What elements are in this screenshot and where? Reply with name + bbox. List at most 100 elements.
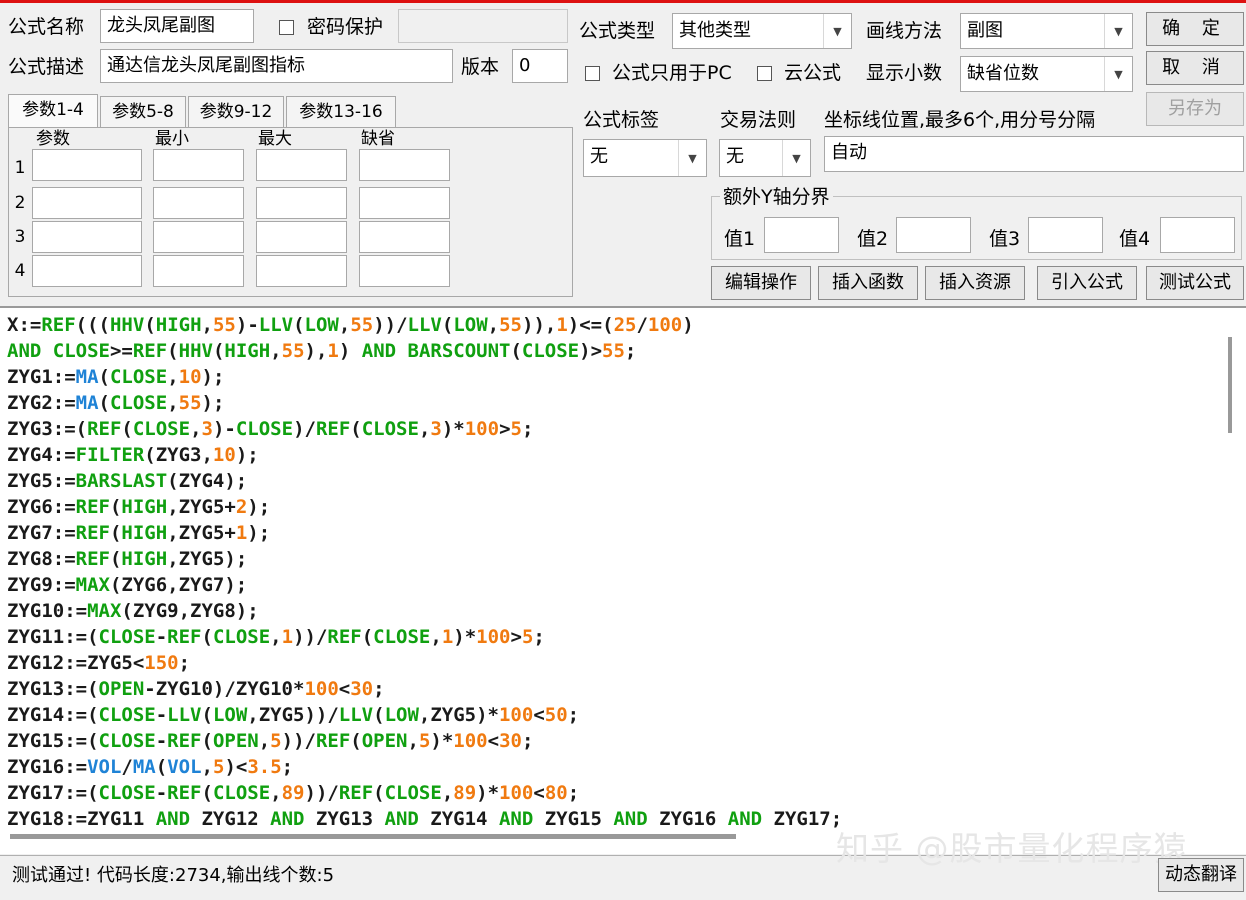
insert-resource-button[interactable]: 插入资源 <box>925 266 1025 300</box>
draw-method-select[interactable]: 副图 ▼ <box>960 13 1133 49</box>
tab-params-5-8[interactable]: 参数5-8 <box>100 96 186 127</box>
code-line: ZYG2:=MA(CLOSE,55); <box>7 390 842 416</box>
chevron-down-icon[interactable]: ▼ <box>678 140 706 176</box>
code-token: 30 <box>499 730 522 752</box>
param-name-input[interactable] <box>32 221 142 253</box>
param-name-input[interactable] <box>32 255 142 287</box>
cancel-button[interactable]: 取 消 <box>1146 51 1244 85</box>
param-min-input[interactable] <box>153 255 244 287</box>
code-token: 55 <box>212 314 236 336</box>
code-token: 100 <box>464 418 500 440</box>
formula-desc-input[interactable]: 通达信龙头凤尾副图指标 <box>100 49 453 83</box>
pc-only-checkbox[interactable] <box>585 65 600 86</box>
chevron-down-icon[interactable]: ▼ <box>823 14 851 48</box>
trade-rule-value: 无 <box>726 146 744 167</box>
tab-params-1-4[interactable]: 参数1-4 <box>8 94 98 128</box>
code-token: REF <box>75 522 110 544</box>
code-token: CLOSE <box>212 626 271 648</box>
trade-rule-select[interactable]: 无 ▼ <box>719 139 811 177</box>
version-input[interactable]: 0 <box>512 49 568 83</box>
code-token: ( <box>350 418 362 440</box>
code-token: ,ZYG5+ <box>167 522 236 544</box>
param-min-input[interactable] <box>153 187 244 219</box>
axis-position-input[interactable]: 自动 <box>824 136 1244 172</box>
formula-type-value: 其他类型 <box>679 20 751 41</box>
code-token: , <box>201 756 213 778</box>
chevron-down-icon[interactable]: ▼ <box>1104 14 1132 48</box>
window-top-border <box>0 0 1246 3</box>
dynamic-translate-button[interactable]: 动态翻译 <box>1158 858 1244 892</box>
param-max-input[interactable] <box>256 149 347 181</box>
param-min-input[interactable] <box>153 221 244 253</box>
code-token: , <box>270 340 282 362</box>
param-default-input[interactable] <box>359 187 450 219</box>
y-value-4-input[interactable] <box>1160 217 1235 253</box>
param-default-input[interactable] <box>359 255 450 287</box>
code-line: ZYG3:=(REF(CLOSE,3)-CLOSE)/REF(CLOSE,3)*… <box>7 416 842 442</box>
code-token: 10 <box>178 366 202 388</box>
code-token: VOL <box>167 756 202 778</box>
save-as-button[interactable]: 另存为 <box>1146 92 1244 126</box>
code-token: ( <box>98 366 110 388</box>
formula-tag-select[interactable]: 无 ▼ <box>583 139 707 177</box>
code-token: 100 <box>476 626 511 648</box>
param-default-input[interactable] <box>359 221 450 253</box>
param-col-header: 参数 <box>36 129 70 149</box>
code-token: 5 <box>418 730 431 752</box>
code-token: / <box>121 756 133 778</box>
ok-button[interactable]: 确 定 <box>1146 12 1244 46</box>
code-token: , <box>258 730 271 752</box>
code-token: / <box>636 314 648 336</box>
chevron-down-icon[interactable]: ▼ <box>782 140 810 176</box>
param-max-input[interactable] <box>256 187 347 219</box>
cloud-checkbox[interactable] <box>757 65 772 86</box>
code-token: MA <box>132 756 156 778</box>
code-token: CLOSE <box>109 392 168 414</box>
tab-params-9-12[interactable]: 参数9-12 <box>188 96 284 127</box>
import-formula-button[interactable]: 引入公式 <box>1037 266 1137 300</box>
vertical-scrollbar[interactable] <box>1228 337 1232 433</box>
formula-desc-label: 公式描述 <box>8 56 85 78</box>
y-value-2-input[interactable] <box>896 217 971 253</box>
code-token: AND CLOSE <box>7 340 110 362</box>
code-token: 1 <box>235 522 248 544</box>
code-token: 30 <box>350 678 374 700</box>
code-token: VOL <box>87 756 122 778</box>
watermark: 知乎 @股市量化程序猿 <box>836 829 1188 868</box>
code-token: ); <box>247 496 271 518</box>
edit-operation-button[interactable]: 编辑操作 <box>711 266 811 300</box>
code-token: ZYG17; <box>762 808 843 830</box>
code-token: 55 <box>178 392 202 414</box>
chevron-down-icon[interactable]: ▼ <box>1104 57 1132 91</box>
y-value-3-input[interactable] <box>1028 217 1103 253</box>
horizontal-scrollbar[interactable] <box>10 834 736 839</box>
password-checkbox[interactable] <box>279 19 294 40</box>
param-default-input[interactable] <box>359 149 450 181</box>
param-min-input[interactable] <box>153 149 244 181</box>
decimal-value: 缺省位数 <box>967 63 1039 84</box>
code-token: AND BARSCOUNT <box>361 340 511 362</box>
formula-name-input[interactable]: 龙头凤尾副图 <box>100 9 254 43</box>
insert-function-button[interactable]: 插入函数 <box>818 266 918 300</box>
code-token: 100 <box>498 704 534 726</box>
code-token: ; <box>178 652 191 674</box>
param-max-input[interactable] <box>256 221 347 253</box>
y-value-1-input[interactable] <box>764 217 839 253</box>
param-name-input[interactable] <box>32 187 142 219</box>
decimal-select[interactable]: 缺省位数 ▼ <box>960 56 1133 92</box>
code-token: HIGH <box>121 522 168 544</box>
code-line: ZYG16:=VOL/MA(VOL,5)<3.5; <box>7 754 842 780</box>
code-editor[interactable]: X:=REF(((HHV(HIGH,55)-LLV(LOW,55))/LLV(L… <box>0 306 1246 854</box>
code-token: OPEN <box>361 730 408 752</box>
formula-type-select[interactable]: 其他类型 ▼ <box>672 13 852 49</box>
code-token: )) <box>522 314 545 336</box>
code-token: 3.5 <box>247 756 282 778</box>
code-line: X:=REF(((HHV(HIGH,55)-LLV(LOW,55))/LLV(L… <box>7 312 842 338</box>
param-name-input[interactable] <box>32 149 142 181</box>
code-token: - <box>155 626 168 648</box>
code-line: ZYG15:=(CLOSE-REF(OPEN,5))/REF(OPEN,5)*1… <box>7 728 842 754</box>
code-token: CLOSE <box>212 782 271 804</box>
tab-params-13-16[interactable]: 参数13-16 <box>286 96 396 127</box>
test-formula-button[interactable]: 测试公式 <box>1146 266 1244 300</box>
param-max-input[interactable] <box>256 255 347 287</box>
